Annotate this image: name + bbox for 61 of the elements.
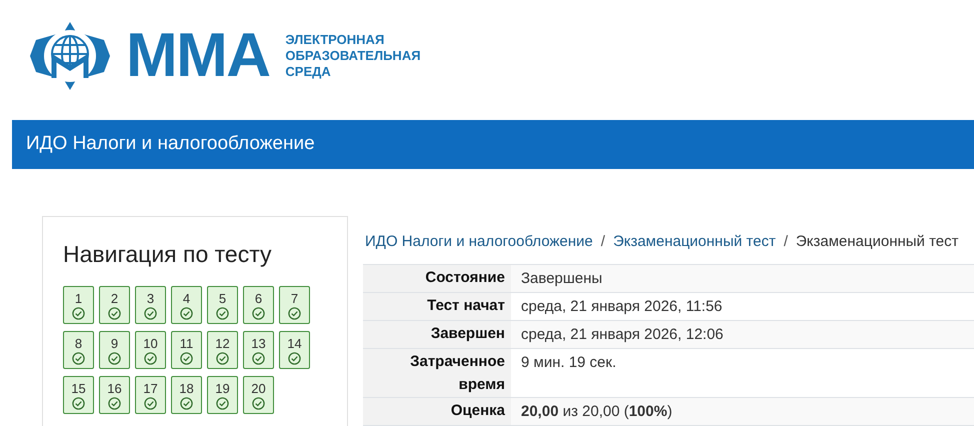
question-button[interactable]: 2 [99, 286, 130, 324]
check-circle-icon [216, 396, 229, 410]
check-circle-icon [72, 352, 85, 364]
summary-label: Затраченное время [363, 349, 511, 397]
summary-label: Завершен [363, 321, 511, 348]
summary-value: 9 мин. 19 сек. [520, 353, 616, 373]
check-circle-icon [108, 306, 121, 320]
question-button[interactable]: 20 [243, 376, 274, 414]
question-button[interactable]: 8 [63, 330, 94, 368]
check-circle-icon [252, 306, 265, 320]
logo-wordmark: ММА [126, 25, 270, 87]
check-circle-icon [108, 352, 121, 364]
check-circle-icon [216, 306, 229, 320]
check-circle-icon [252, 352, 265, 364]
summary-value: среда, 21 января 2026, 11:56 [520, 297, 722, 317]
check-circle-icon [108, 396, 121, 410]
check-circle-icon [180, 306, 193, 320]
question-button[interactable]: 1 [63, 286, 94, 324]
navigation-title: Навигация по тесту [63, 240, 273, 269]
question-button[interactable]: 14 [279, 330, 310, 368]
logo-subtitle: СРЕДА [285, 64, 332, 80]
check-circle-icon [144, 352, 157, 364]
summary-value: среда, 21 января 2026, 12:06 [520, 325, 724, 345]
question-button[interactable]: 5 [207, 286, 238, 324]
check-circle-icon [288, 352, 301, 364]
check-circle-icon [216, 352, 229, 364]
question-button[interactable]: 7 [279, 286, 310, 324]
question-button[interactable]: 18 [171, 376, 202, 414]
check-circle-icon [72, 306, 85, 320]
course-title: ИДО Налоги и налогообложение [26, 132, 315, 156]
question-button[interactable]: 3 [135, 286, 166, 324]
check-circle-icon [180, 352, 193, 364]
summary-label: Оценка [363, 398, 511, 425]
question-button[interactable]: 15 [63, 376, 94, 414]
logo-subtitle: ОБРАЗОВАТЕЛЬНАЯ [285, 48, 421, 64]
breadcrumb-separator: / [784, 232, 788, 252]
breadcrumb-current: Экзаменационный тест [796, 232, 959, 252]
summary-value: 20,00 из 20,00 (100%) [520, 402, 672, 422]
question-button[interactable]: 13 [243, 330, 274, 368]
check-circle-icon [180, 396, 193, 410]
check-circle-icon [288, 306, 301, 320]
question-button[interactable]: 16 [99, 376, 130, 414]
breadcrumb-separator: / [600, 232, 606, 252]
question-button[interactable]: 6 [243, 286, 274, 324]
question-button[interactable]: 10 [135, 330, 166, 368]
question-button[interactable]: 9 [99, 330, 130, 368]
logo-subtitle: ЭЛЕКТРОННАЯ [285, 32, 386, 48]
check-circle-icon [144, 306, 157, 320]
question-button[interactable]: 19 [207, 376, 238, 414]
summary-label: Состояние [363, 265, 511, 292]
check-circle-icon [72, 396, 85, 410]
breadcrumb-link[interactable]: Экзаменационный тест [613, 230, 776, 254]
summary-value: Завершены [520, 269, 602, 289]
breadcrumb-link[interactable]: ИДО Налоги и налогообложение [365, 230, 593, 254]
question-button[interactable]: 4 [171, 286, 202, 324]
check-circle-icon [144, 396, 157, 410]
question-button[interactable]: 12 [207, 330, 238, 368]
question-button[interactable]: 17 [135, 376, 166, 414]
summary-label: Тест начат [363, 293, 511, 320]
question-button[interactable]: 11 [171, 330, 202, 368]
check-circle-icon [252, 396, 265, 410]
